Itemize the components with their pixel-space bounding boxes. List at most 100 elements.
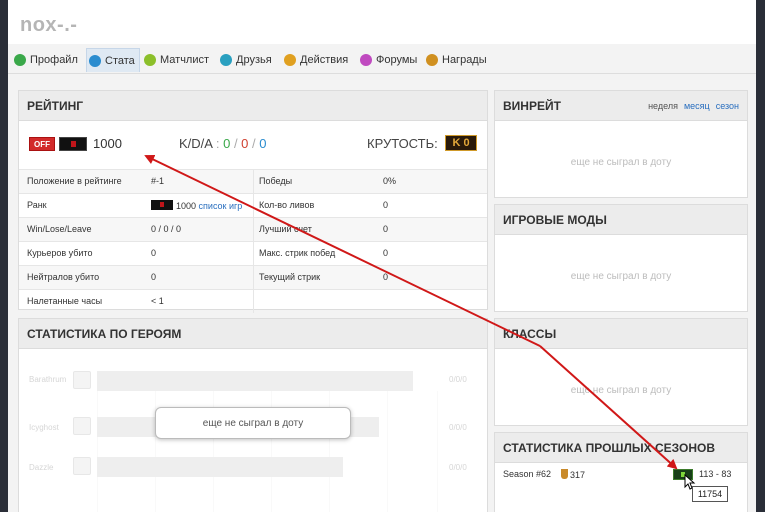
stat-value: 0 [151, 248, 157, 258]
stat-row: Ранк 1000 список игр Кол-во ливов 0 [19, 193, 487, 217]
stat-value: 0 / 0 / 0 [151, 224, 182, 234]
stat-row: Нейтралов убито 0 Текущий стрик 0 [19, 265, 487, 289]
no-games-message: еще не сыграл в доту [570, 157, 672, 168]
hero-bar [97, 457, 343, 477]
stat-label: Макс. стрик побед [259, 248, 336, 258]
tab-label: Форумы [376, 54, 418, 66]
tab-month[interactable]: месяц [684, 101, 710, 111]
rank-tooltip: 11754 [692, 486, 728, 502]
tab-label: Стата [105, 54, 135, 67]
medal-value: 317 [570, 470, 586, 480]
stat-label: Налетанные часы [27, 296, 103, 306]
info-icon [89, 54, 101, 67]
hero-avatar [73, 457, 91, 475]
hero-kda: 0/0/0 [449, 463, 467, 472]
kda-summary: K/D/A : 0 / 0 / 0 [179, 136, 267, 151]
stat-value: 0 [383, 224, 389, 234]
rating-title: РЕЙТИНГ [19, 91, 487, 121]
hero-name: Icyghost [29, 423, 59, 432]
stat-value: < 1 [151, 296, 164, 306]
friends-icon [220, 54, 232, 66]
tab-label: Матчлист [160, 54, 210, 66]
past-seasons-title: СТАТИСТИКА ПРОШЛЫХ СЕЗОНОВ [495, 433, 747, 463]
profile-icon [14, 54, 26, 66]
stat-value: 0 [383, 200, 389, 210]
tab-forums[interactable]: Форумы [358, 48, 421, 72]
season-name: Season #62 [503, 469, 552, 479]
rank-value: 1000 [176, 201, 197, 211]
tab-label: Действия [300, 54, 349, 66]
forums-icon [360, 54, 372, 66]
stat-label: Кол-во ливов [259, 200, 315, 210]
stat-value: #-1 [151, 176, 165, 186]
tab-label: Профайл [30, 54, 78, 66]
no-games-message: еще не сыграл в доту [570, 385, 672, 396]
winrate-panel: ВИНРЕЙТ неделя месяц сезон еще не сыграл в… [494, 90, 748, 198]
stat-value: 1000 список игр [151, 200, 242, 211]
games-list-link[interactable]: список игр [199, 201, 243, 211]
no-games-message: еще не сыграл в доту [155, 407, 351, 439]
stat-row: Курьеров убито 0 Макс. стрик побед 0 [19, 241, 487, 265]
game-modes-panel: ИГРОВЫЕ МОДЫ еще не сыграл в доту [494, 204, 748, 312]
matchlist-icon [144, 54, 156, 66]
stat-label: Текущий стрик [259, 272, 321, 282]
tab-matchlist[interactable]: Матчлист [142, 48, 213, 72]
stat-label: Win/Lose/Leave [27, 224, 92, 234]
page: nox-.- Профайл Стата Матчлист Друзья Дей… [8, 0, 756, 512]
tab-friends[interactable]: Друзья [218, 48, 276, 72]
profile-header: nox-.- [8, 0, 756, 44]
activity-icon [284, 54, 296, 66]
winrate-tabs: неделя месяц сезон [642, 101, 739, 111]
rating-panel: РЕЙТИНГ OFF 1000 K/D/A : 0 / 0 / 0 КРУТО… [18, 90, 488, 313]
off-badge: OFF [29, 137, 55, 151]
stat-row: Положение в рейтинге #-1 Победы 0% [19, 169, 487, 193]
season-row[interactable]: Season #62 317 113 - 83 [495, 463, 747, 487]
hero-bar [97, 371, 413, 391]
rank-icon [59, 137, 87, 151]
rank-icon [151, 200, 173, 210]
hero-avatar [73, 371, 91, 389]
classes-title: КЛАССЫ [495, 319, 747, 349]
coolness-label: КРУТОСТЬ: [367, 136, 438, 151]
stat-value: 0 [383, 272, 389, 282]
stat-value: 0 [383, 248, 389, 258]
hero-stats-panel: СТАТИСТИКА ПО ГЕРОЯМ Barathrum 0/0/0 Icy… [18, 318, 488, 512]
username: nox-.- [20, 14, 78, 36]
rating-value: 1000 [93, 136, 122, 151]
hero-kda: 0/0/0 [449, 375, 467, 384]
stat-label: Лучший счет [259, 224, 312, 234]
game-modes-title: ИГРОВЫЕ МОДЫ [495, 205, 747, 235]
stat-label: Положение в рейтинге [27, 176, 122, 186]
tab-activity[interactable]: Действия [282, 48, 352, 72]
no-games-message: еще не сыграл в доту [570, 271, 672, 282]
medal-icon [561, 469, 568, 479]
awards-icon [426, 54, 438, 66]
stat-label: Ранк [27, 200, 47, 210]
kda-label: K/D/A [179, 136, 213, 151]
season-medal: 317 [561, 469, 585, 480]
tab-awards[interactable]: Награды [424, 48, 491, 72]
tab-label: Друзья [236, 54, 272, 66]
profile-nav: Профайл Стата Матчлист Друзья Действия Ф… [8, 44, 756, 74]
tab-season[interactable]: сезон [716, 101, 739, 111]
tab-profile[interactable]: Профайл [12, 48, 82, 72]
stat-value: 0 [151, 272, 157, 282]
stat-row: Win/Lose/Leave 0 / 0 / 0 Лучший счет 0 [19, 217, 487, 241]
season-score: 113 - 83 [699, 469, 732, 479]
hero-stats-title: СТАТИСТИКА ПО ГЕРОЯМ [19, 319, 487, 349]
hero-name: Barathrum [29, 375, 67, 384]
rating-summary: OFF 1000 K/D/A : 0 / 0 / 0 КРУТОСТЬ: K 0 [19, 129, 487, 155]
stat-label: Нейтралов убито [27, 272, 100, 282]
hero-avatar [73, 417, 91, 435]
tab-label: Награды [442, 54, 487, 66]
hero-name: Dazzle [29, 463, 54, 472]
stat-label: Победы [259, 176, 293, 186]
coolness-badge: K 0 [445, 135, 477, 151]
classes-panel: КЛАССЫ еще не сыграл в доту [494, 318, 748, 426]
assists-value: 0 [259, 136, 267, 151]
stat-value: 0% [383, 176, 397, 186]
tab-week[interactable]: неделя [648, 101, 678, 111]
tab-stats[interactable]: Стата [86, 48, 140, 72]
hero-kda: 0/0/0 [449, 423, 467, 432]
stat-row: Налетанные часы < 1 [19, 289, 487, 313]
